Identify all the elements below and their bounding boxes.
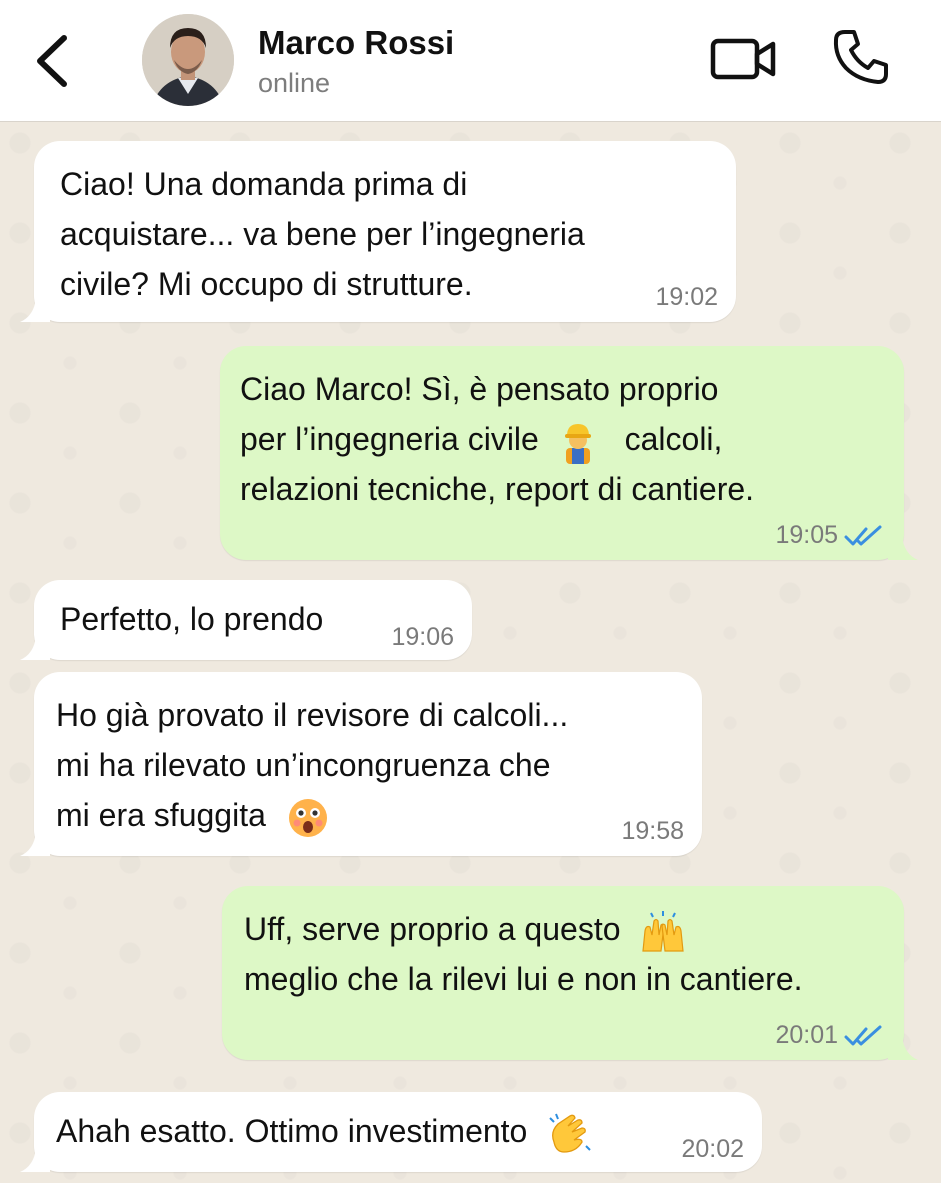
- outgoing-message[interactable]: Ciao Marco! Sì, è pensato proprio per l’…: [220, 346, 918, 560]
- bubble-tail: [20, 298, 50, 322]
- message-text: mi ha rilevato un’incongruenza che: [56, 747, 551, 783]
- astonished-face-icon: [288, 798, 327, 837]
- contact-status: online: [258, 68, 331, 98]
- message-time: 20:01: [775, 1021, 838, 1049]
- voice-call-button[interactable]: [830, 26, 892, 88]
- back-button[interactable]: [28, 30, 78, 92]
- bubble-tail: [20, 636, 50, 660]
- message-text: Ahah esatto. Ottimo investimento: [56, 1113, 528, 1149]
- message-time: 19:05: [775, 521, 838, 549]
- bubble-tail: [20, 832, 50, 856]
- message-text: relazioni tecniche, report di cantiere.: [240, 471, 755, 507]
- bubble-tail: [888, 536, 918, 560]
- message-text: calcoli,: [624, 421, 723, 457]
- construction-worker-icon: [564, 423, 591, 464]
- message-text: Perfetto, lo prendo: [60, 601, 324, 637]
- avatar[interactable]: [142, 14, 234, 106]
- incoming-message[interactable]: Ciao! Una domanda prima di acquistare...…: [20, 141, 736, 322]
- message-time: 19:58: [621, 817, 684, 845]
- video-camera-icon: [710, 38, 776, 80]
- incoming-message[interactable]: Ahah esatto. Ottimo investimento 20:02: [20, 1092, 762, 1172]
- incoming-message[interactable]: Ho già provato il revisore di calcoli...…: [20, 672, 702, 856]
- bubble-tail: [20, 1148, 50, 1172]
- incoming-message[interactable]: Perfetto, lo prendo 19:06: [20, 580, 472, 660]
- message-text: per l’ingegneria civile: [240, 421, 539, 457]
- phone-icon: [833, 30, 888, 84]
- chevron-left-icon: [37, 35, 67, 87]
- message-time: 19:06: [391, 623, 454, 651]
- bubble-tail: [888, 1036, 918, 1060]
- message-text: acquistare... va bene per l’ingegneria: [60, 216, 585, 252]
- chat-header: Marco Rossi online: [0, 0, 941, 122]
- contact-photo: [142, 14, 234, 106]
- outgoing-message[interactable]: Uff, serve proprio a questo meglio che l…: [222, 886, 918, 1060]
- message-time: 20:02: [681, 1135, 744, 1163]
- contact-name[interactable]: Marco Rossi: [258, 24, 454, 62]
- message-text: Ho già provato il revisore di calcoli...: [56, 697, 569, 733]
- raising-hands-icon: [642, 910, 685, 952]
- message-text: Ciao Marco! Sì, è pensato proprio: [240, 371, 719, 407]
- video-call-button[interactable]: [708, 32, 780, 86]
- read-receipt-icon: [844, 525, 882, 546]
- read-receipt-icon: [844, 1025, 882, 1046]
- message-text: Uff, serve proprio a questo: [244, 911, 621, 947]
- message-text: mi era sfuggita: [56, 797, 266, 833]
- message-time: 19:02: [655, 283, 718, 311]
- clapping-hands-icon: [549, 1113, 591, 1153]
- message-text: civile? Mi occupo di strutture.: [60, 266, 473, 302]
- message-text: meglio che la rilevi lui e non in cantie…: [244, 961, 803, 997]
- message-text: Ciao! Una domanda prima di: [60, 166, 468, 202]
